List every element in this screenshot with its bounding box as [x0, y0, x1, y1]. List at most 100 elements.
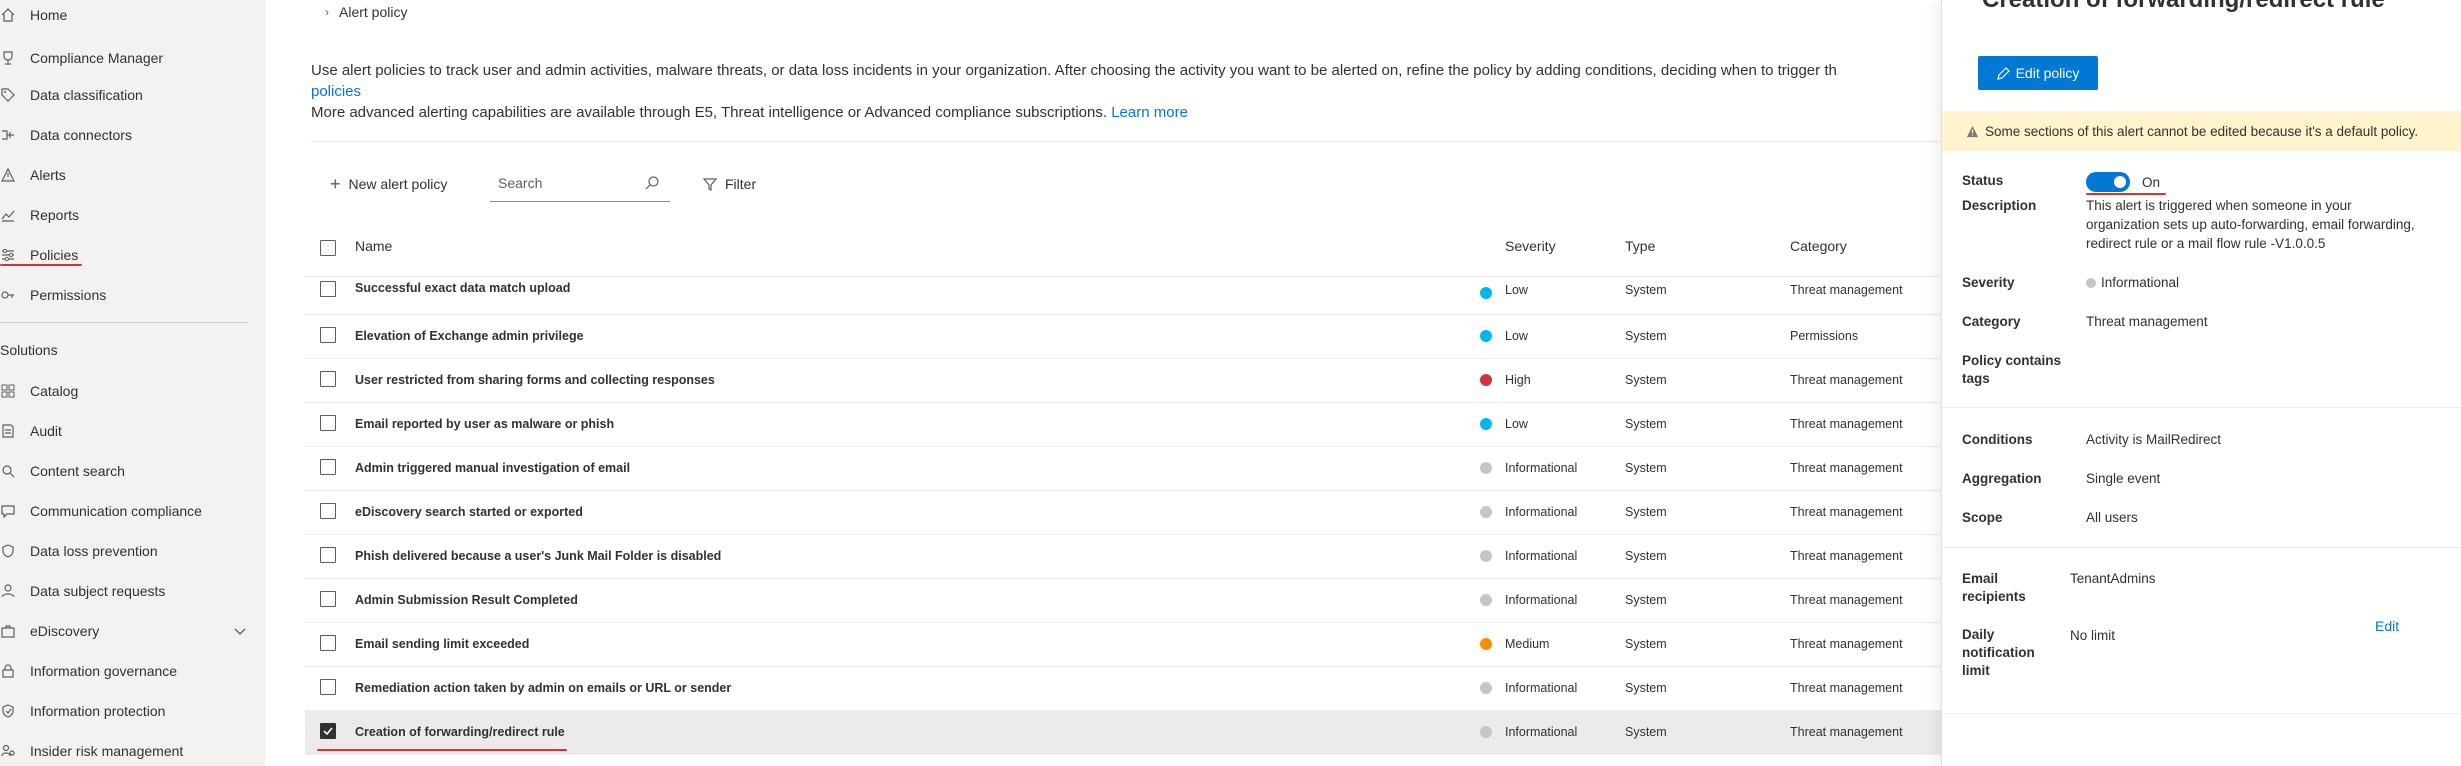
column-header-name[interactable]: Name	[355, 238, 392, 254]
category-value: Threat management	[1790, 373, 1903, 387]
table-row[interactable]: Remediation action taken by admin on ema…	[305, 667, 1941, 711]
scope-label: Scope	[1962, 510, 2003, 525]
table-row[interactable]: Admin Submission Result Completed Inform…	[305, 579, 1941, 623]
severity-value: Informational	[1505, 461, 1578, 475]
row-checkbox[interactable]	[320, 635, 336, 651]
plus-icon: +	[330, 174, 341, 194]
search-icon	[0, 463, 16, 479]
chevron-down-icon[interactable]	[232, 623, 248, 639]
toggle-knob	[2114, 176, 2126, 188]
row-checkbox[interactable]	[320, 459, 336, 475]
nav-label: Communication compliance	[30, 503, 202, 519]
table-row[interactable]: Email reported by user as malware or phi…	[305, 403, 1941, 447]
column-header-type[interactable]: Type	[1625, 238, 1655, 254]
row-checkbox[interactable]	[320, 547, 336, 563]
breadcrumb-current[interactable]: Alert policy	[339, 4, 407, 20]
breadcrumb: › Alert policy	[325, 4, 407, 20]
policy-name: Email sending limit exceeded	[355, 637, 530, 651]
severity-value: Low	[1505, 283, 1528, 297]
tags-label: Policy contains tags	[1962, 353, 2062, 386]
new-alert-policy-button[interactable]: + New alert policy	[330, 168, 447, 200]
severity-dot	[1480, 418, 1492, 430]
severity-value: Informational	[1505, 681, 1578, 695]
edit-policy-button[interactable]: Edit policy	[1978, 56, 2098, 90]
nav-label: Audit	[30, 423, 62, 439]
nav-label: Home	[30, 7, 68, 23]
policy-name: Successful exact data match upload	[355, 281, 571, 295]
nav-item-ediscovery[interactable]: eDiscovery	[0, 616, 250, 646]
nav-label: Policies	[30, 247, 79, 263]
description-value: This alert is triggered when someone in …	[2086, 198, 2415, 251]
description-text: More advanced alerting capabilities are …	[311, 104, 1108, 121]
table-row[interactable]: Successful exact data match upload Low S…	[305, 271, 1941, 315]
divider	[311, 141, 1941, 142]
warning-text: Some sections of this alert cannot be ed…	[1985, 123, 2419, 139]
nav-label: Information protection	[30, 703, 166, 719]
type-value: System	[1625, 549, 1667, 563]
edit-notifications-link[interactable]: Edit	[2375, 618, 2399, 634]
panel-divider	[1942, 407, 2461, 408]
type-value: System	[1625, 505, 1667, 519]
table-row[interactable]: Admin triggered manual investigation of …	[305, 447, 1941, 491]
table-row[interactable]: Phish delivered because a user's Junk Ma…	[305, 535, 1941, 579]
status-toggle[interactable]	[2086, 172, 2130, 192]
filter-button[interactable]: Filter	[703, 168, 756, 200]
briefcase-icon	[0, 623, 16, 639]
policy-name: Phish delivered because a user's Junk Ma…	[355, 549, 722, 563]
panel-divider	[1942, 547, 2461, 548]
policy-name: Remediation action taken by admin on ema…	[355, 681, 732, 695]
row-checkbox[interactable]	[320, 371, 336, 387]
severity-value: Medium	[1505, 637, 1550, 651]
aggregation-label: Aggregation	[1962, 471, 2042, 486]
category-value: Threat management	[2086, 314, 2208, 329]
person-icon	[0, 583, 16, 599]
severity-dot	[1480, 374, 1492, 386]
search-icon[interactable]	[644, 175, 660, 191]
type-value: System	[1625, 329, 1667, 343]
page-description: Use alert policies to track user and adm…	[311, 60, 1941, 123]
column-header-category[interactable]: Category	[1790, 238, 1847, 254]
nav-label: Data connectors	[30, 127, 132, 143]
select-all-checkbox[interactable]	[320, 240, 336, 256]
new-alert-policy-label: New alert policy	[348, 176, 448, 192]
severity-dot	[1480, 462, 1492, 474]
row-checkbox[interactable]	[320, 327, 336, 343]
severity-label: Severity	[1962, 275, 2015, 290]
sliders-icon	[0, 247, 16, 263]
learn-more-link[interactable]: Learn more	[1111, 104, 1188, 121]
column-header-severity[interactable]: Severity	[1505, 238, 1556, 254]
description-line-1: Use alert policies to track user and adm…	[311, 62, 1837, 79]
severity-dot	[1480, 682, 1492, 694]
table-row[interactable]: eDiscovery search started or exported In…	[305, 491, 1941, 535]
warning-banner: Some sections of this alert cannot be ed…	[1942, 111, 2461, 151]
row-checkbox-checked[interactable]	[320, 723, 336, 739]
table-row[interactable]: Email sending limit exceeded Medium Syst…	[305, 623, 1941, 667]
row-checkbox[interactable]	[320, 503, 336, 519]
category-value: Threat management	[1790, 417, 1903, 431]
row-checkbox[interactable]	[320, 415, 336, 431]
conditions-label: Conditions	[1962, 432, 2033, 447]
table-row[interactable]: User restricted from sharing forms and c…	[305, 359, 1941, 403]
insider-icon	[0, 743, 16, 759]
policies-link[interactable]: policies	[311, 81, 1941, 102]
type-value: System	[1625, 461, 1667, 475]
nav-label: Compliance Manager	[30, 50, 164, 66]
nav-label: Data subject requests	[30, 583, 166, 599]
severity-value: Informational	[1505, 593, 1578, 607]
type-value: System	[1625, 373, 1667, 387]
pencil-icon	[1996, 66, 2010, 80]
category-value: Threat management	[1790, 681, 1903, 695]
policy-name: eDiscovery search started or exported	[355, 505, 583, 519]
aggregation-value: Single event	[2086, 471, 2161, 486]
search-input[interactable]: Search	[490, 166, 670, 202]
severity-value: Informational	[2101, 275, 2180, 290]
row-checkbox[interactable]	[320, 591, 336, 607]
search-placeholder: Search	[498, 175, 543, 191]
nav-section-solutions: Solutions	[0, 342, 58, 358]
conditions-value: Activity is MailRedirect	[2086, 432, 2222, 447]
status-annotation-underline	[2086, 193, 2166, 195]
row-checkbox[interactable]	[320, 679, 336, 695]
table-row[interactable]: Elevation of Exchange admin privilege Lo…	[305, 315, 1941, 359]
row-checkbox[interactable]	[320, 281, 336, 297]
main-content: › Alert policy Use alert policies to tra…	[265, 0, 1941, 766]
